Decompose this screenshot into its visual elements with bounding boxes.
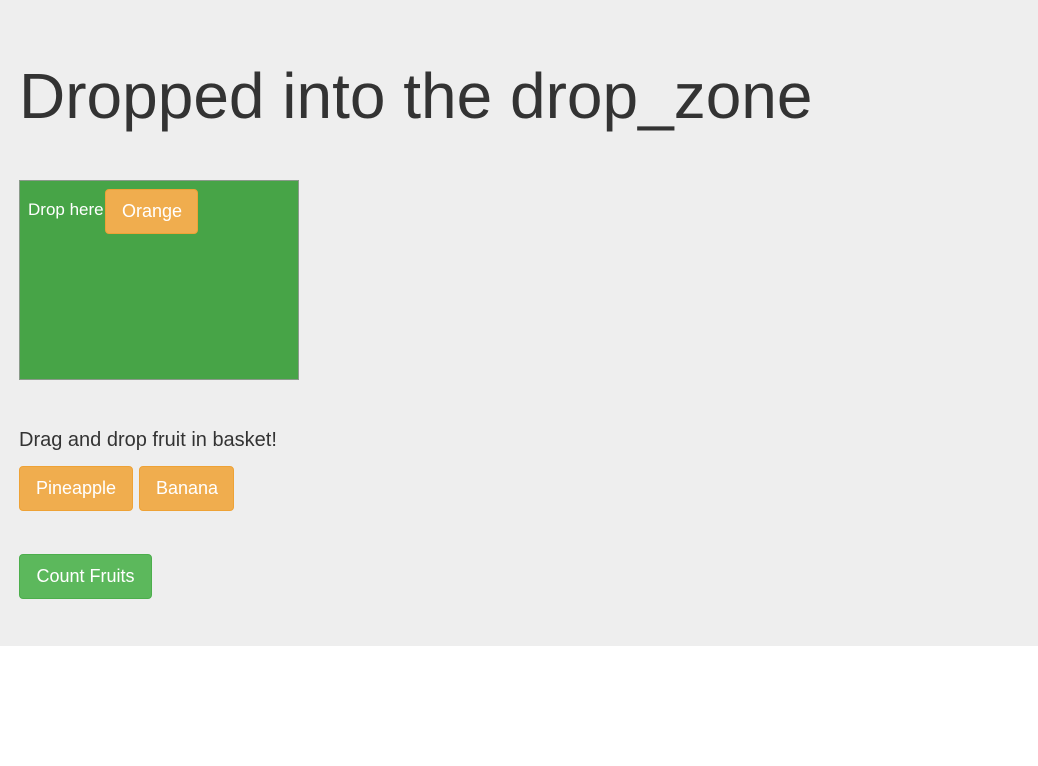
drop-zone-label: Drop here: [28, 200, 104, 219]
page-title: Dropped into the drop_zone: [19, 60, 813, 132]
fruit-banana-button[interactable]: Banana: [139, 466, 234, 511]
count-fruits-button[interactable]: Count Fruits: [19, 554, 152, 599]
instructions-text: Drag and drop fruit in basket!: [19, 429, 277, 451]
drop-zone[interactable]: Drop here Orange: [19, 180, 299, 380]
jumbotron: Dropped into the drop_zone Drop here Ora…: [0, 0, 1038, 646]
fruit-orange-button[interactable]: Orange: [105, 189, 198, 234]
fruit-pineapple-button[interactable]: Pineapple: [19, 466, 133, 511]
